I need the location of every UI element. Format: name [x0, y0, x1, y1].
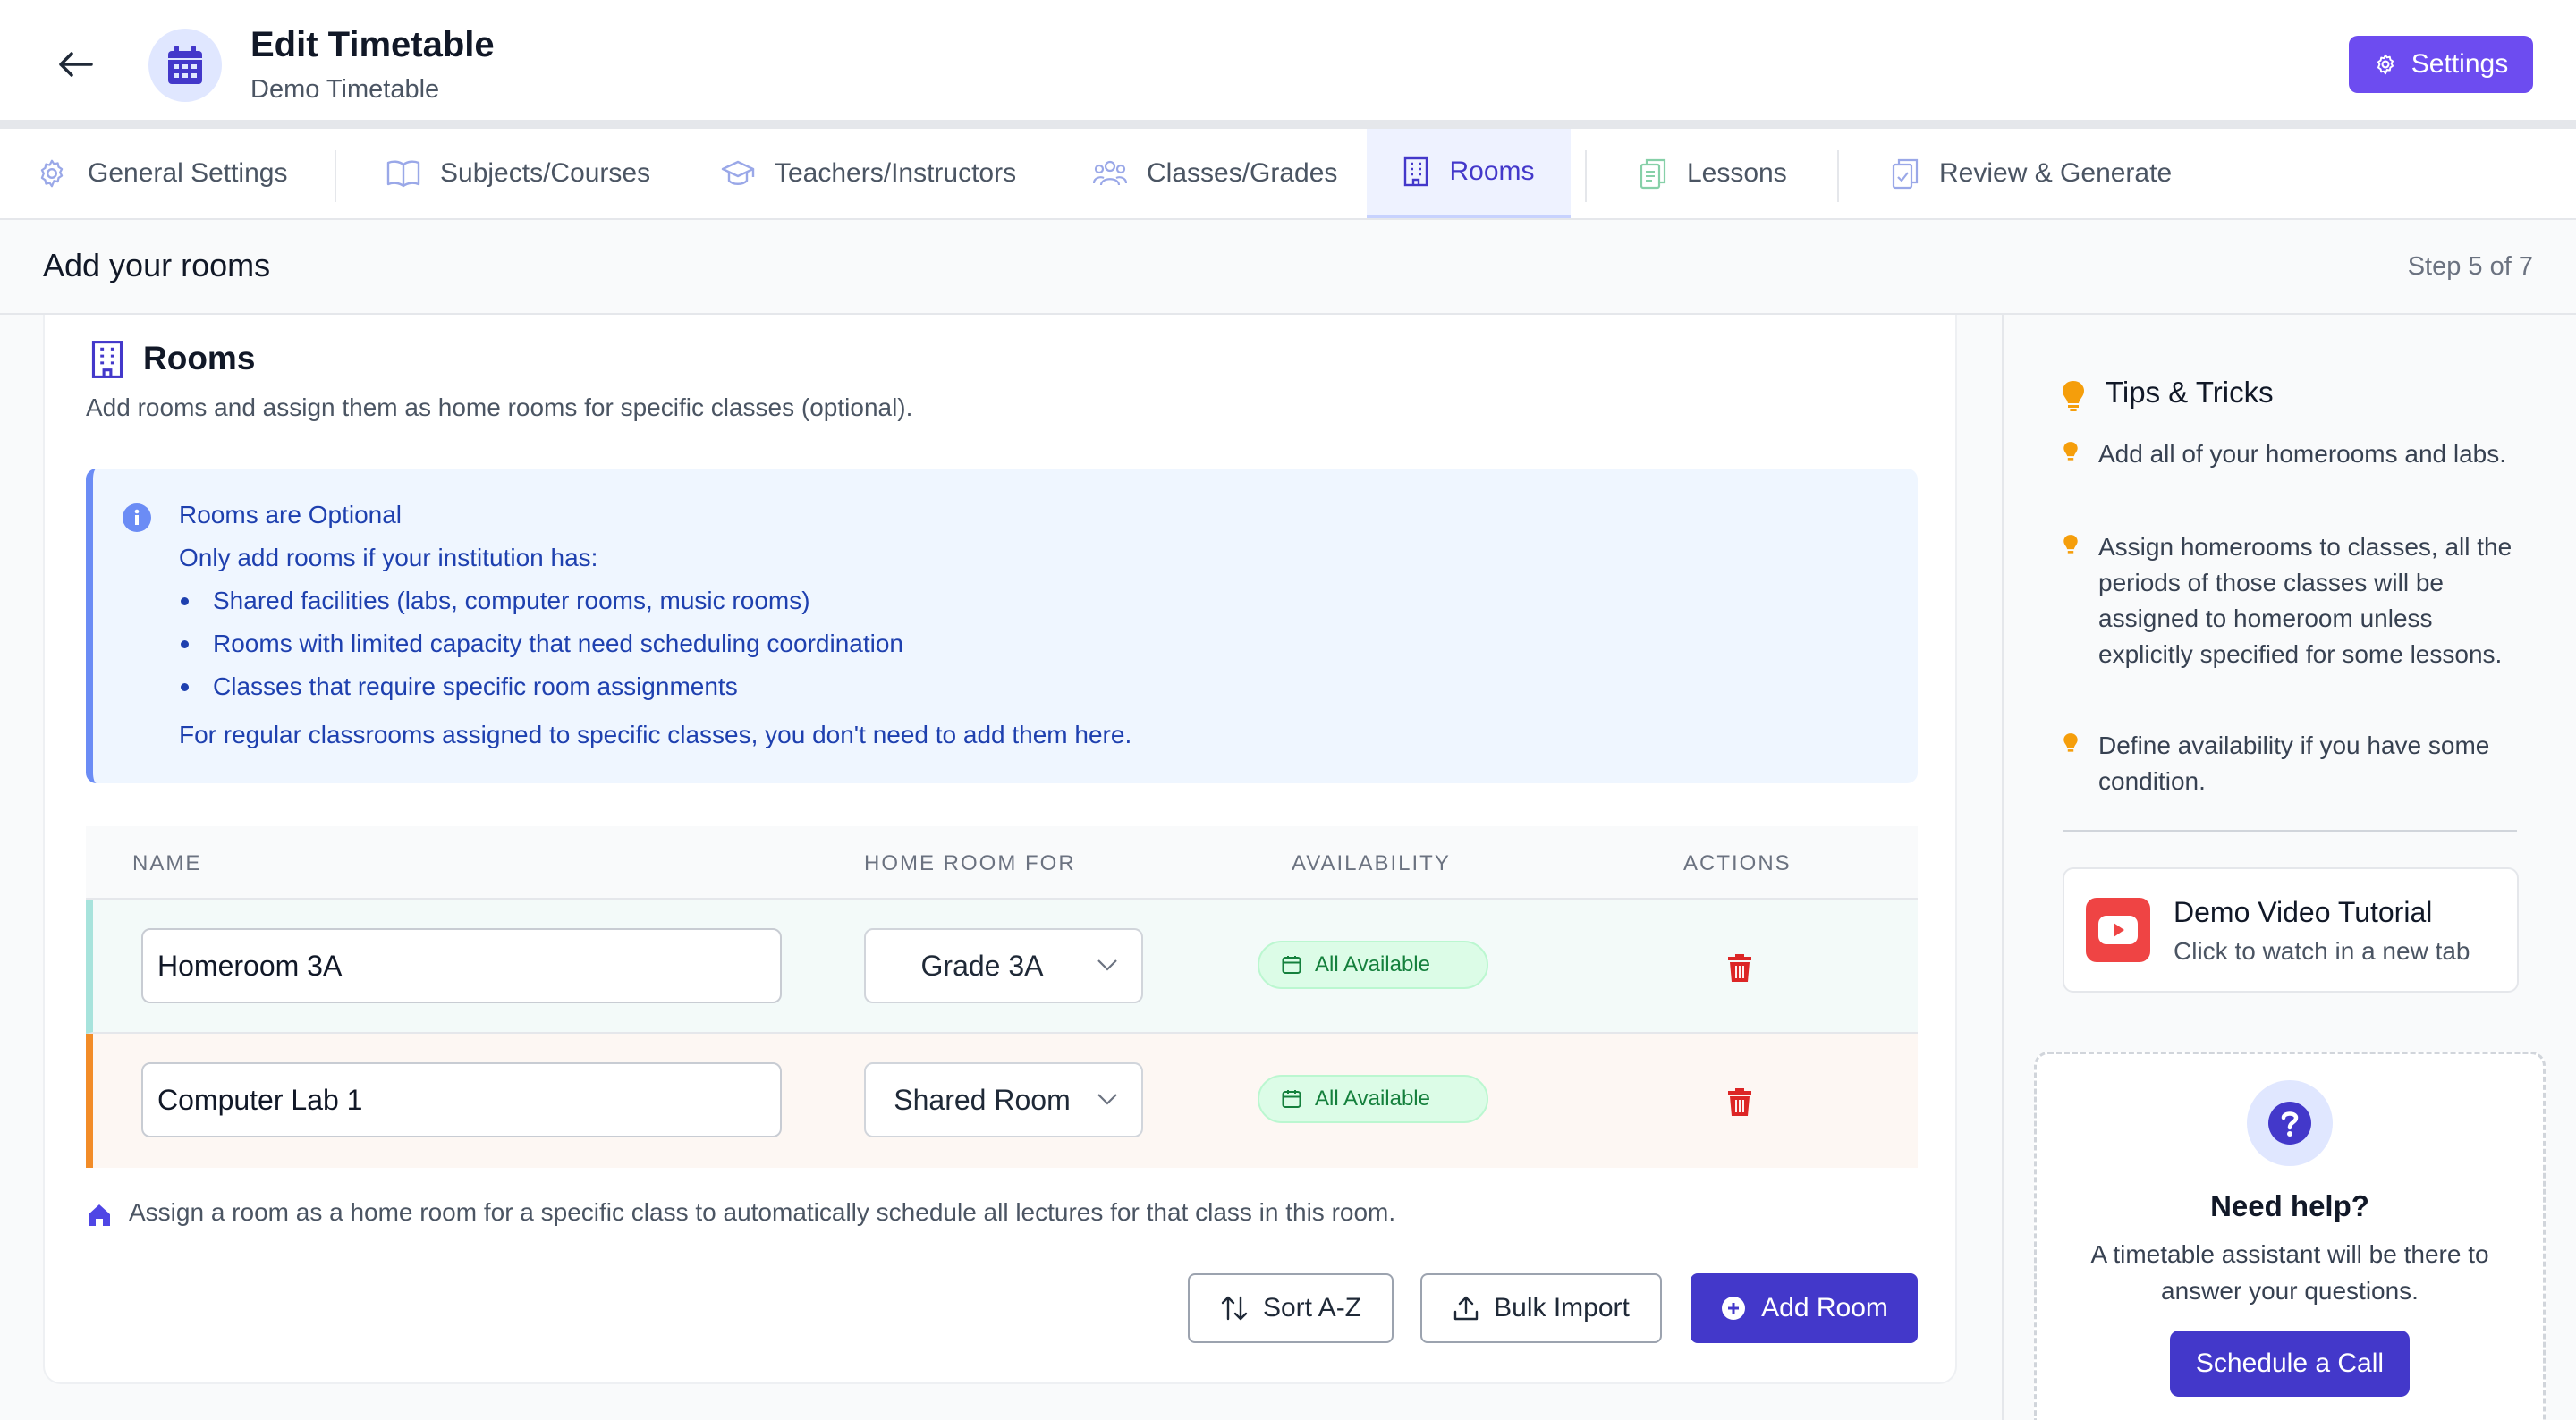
table-row: Shared Room All Available: [86, 1034, 1918, 1168]
badge-label: All Available: [1315, 1086, 1430, 1111]
list-item: Rooms with limited capacity that need sc…: [179, 626, 903, 669]
column-header-name: NAME: [132, 851, 202, 875]
tab-teachers[interactable]: Teachers/Instructors: [721, 129, 1043, 218]
home-room-select[interactable]: Shared Room: [864, 1062, 1143, 1137]
tip-item: Add all of your homerooms and labs.: [2098, 440, 2507, 468]
column-header-home-room: HOME ROOM FOR: [864, 851, 1076, 875]
video-title: Demo Video Tutorial: [2174, 896, 2433, 928]
arrow-left-icon: [57, 50, 93, 79]
back-button[interactable]: [52, 45, 98, 84]
video-subtitle: Click to watch in a new tab: [2174, 937, 2470, 965]
lightbulb-icon: [2063, 731, 2079, 755]
info-icon: [122, 503, 152, 533]
info-title: Rooms are Optional: [179, 501, 402, 528]
demo-video-card[interactable]: Demo Video Tutorial Click to watch in a …: [2063, 867, 2519, 993]
sort-arrows-icon: [1220, 1295, 1249, 1322]
tab-label: Review & Generate: [1939, 158, 2173, 188]
tips-title: Tips & Tricks: [2106, 376, 2274, 409]
schedule-call-button[interactable]: Schedule a Call: [2170, 1331, 2410, 1397]
gear-icon: [36, 157, 68, 190]
bulk-import-button[interactable]: Bulk Import: [1420, 1273, 1662, 1343]
calendar-icon: [1281, 1088, 1302, 1110]
availability-badge[interactable]: All Available: [1258, 1075, 1488, 1123]
building-icon: [89, 340, 125, 379]
add-room-button[interactable]: Add Room: [1690, 1273, 1918, 1343]
tab-label: Teachers/Instructors: [775, 158, 1017, 188]
lightbulb-icon: [2063, 533, 2079, 556]
upload-icon: [1453, 1295, 1479, 1322]
column-header-availability: AVAILABILITY: [1292, 851, 1451, 875]
calendar-app-icon: [148, 29, 222, 102]
room-name-input[interactable]: [141, 1062, 782, 1137]
page-title: Edit Timetable: [250, 25, 495, 64]
table-row: Grade 3A All Available: [86, 900, 1918, 1034]
column-header-actions: ACTIONS: [1683, 851, 1792, 875]
tab-divider: [335, 150, 336, 202]
tab-divider: [1585, 150, 1587, 202]
select-value: Grade 3A: [920, 950, 1044, 982]
availability-badge[interactable]: All Available: [1258, 941, 1488, 989]
info-footer: For regular classrooms assigned to speci…: [179, 721, 1132, 748]
sort-button[interactable]: Sort A-Z: [1188, 1273, 1394, 1343]
lightbulb-icon: [2061, 379, 2086, 413]
chevron-down-icon: [1097, 959, 1118, 971]
calendar-icon: [1281, 954, 1302, 976]
select-value: Shared Room: [894, 1084, 1071, 1116]
button-label: Add Room: [1761, 1293, 1888, 1323]
settings-button[interactable]: Settings: [2349, 36, 2533, 93]
home-room-note: Assign a room as a home room for a speci…: [129, 1198, 1396, 1226]
help-title: Need help?: [2210, 1189, 2369, 1222]
button-label: Sort A-Z: [1262, 1293, 1362, 1323]
documents-icon: [1639, 157, 1667, 190]
step-bar: Add your rooms Step 5 of 7: [0, 220, 2576, 315]
tab-lessons[interactable]: Lessons: [1639, 129, 1853, 218]
tab-review-generate[interactable]: Review & Generate: [1891, 129, 2195, 218]
tab-rooms[interactable]: Rooms: [1367, 129, 1571, 218]
tip-item: Assign homerooms to classes, all the per…: [2098, 533, 2512, 668]
info-list: Shared facilities (labs, computer rooms,…: [179, 583, 903, 712]
sidebar-divider: [2063, 830, 2517, 832]
info-intro: Only add rooms if your institution has:: [179, 544, 598, 571]
tab-general-settings[interactable]: General Settings: [36, 129, 331, 218]
graduation-cap-icon: [721, 159, 755, 188]
tab-divider: [1837, 150, 1839, 202]
section-description: Add rooms and assign them as home rooms …: [86, 393, 913, 421]
home-icon: [86, 1202, 113, 1229]
timetable-name: Demo Timetable: [250, 75, 440, 104]
youtube-icon: [2086, 898, 2150, 962]
home-room-select[interactable]: Grade 3A: [864, 928, 1143, 1003]
tab-label: Lessons: [1687, 158, 1787, 188]
list-item: Classes that require specific room assig…: [179, 669, 903, 712]
lightbulb-icon: [2063, 440, 2079, 463]
tab-label: General Settings: [88, 158, 288, 188]
tab-label: Rooms: [1449, 156, 1535, 186]
question-icon: [2247, 1080, 2333, 1166]
tab-label: Classes/Grades: [1147, 158, 1338, 188]
step-title: Add your rooms: [43, 247, 271, 283]
gear-icon: [2374, 53, 2397, 76]
tip-item: Define availability if you have some con…: [2098, 731, 2490, 795]
tab-label: Subjects/Courses: [440, 158, 651, 188]
tab-classes[interactable]: Classes/Grades: [1093, 129, 1379, 218]
top-header: Edit Timetable Demo Timetable Settings: [0, 0, 2576, 129]
list-item: Shared facilities (labs, computer rooms,…: [179, 583, 903, 626]
help-text: A timetable assistant will be there to a…: [2090, 1240, 2489, 1305]
book-icon: [386, 159, 420, 188]
table-header: NAME HOME ROOM FOR AVAILABILITY ACTIONS: [86, 826, 1918, 900]
tab-subjects[interactable]: Subjects/Courses: [386, 129, 682, 218]
wizard-tabs: General Settings Subjects/Courses Teache…: [0, 129, 2576, 220]
plus-circle-icon: [1720, 1295, 1747, 1322]
step-counter: Step 5 of 7: [2407, 252, 2533, 281]
clipboard-check-icon: [1891, 157, 1919, 190]
room-name-input[interactable]: [141, 928, 782, 1003]
delete-icon[interactable]: [1726, 951, 1753, 984]
users-icon: [1093, 159, 1127, 188]
section-title: Rooms: [143, 340, 256, 376]
chevron-down-icon: [1097, 1093, 1118, 1105]
building-icon: [1402, 156, 1429, 187]
delete-icon[interactable]: [1726, 1086, 1753, 1118]
settings-label: Settings: [2411, 49, 2509, 79]
badge-label: All Available: [1315, 952, 1430, 976]
button-label: Bulk Import: [1494, 1293, 1630, 1323]
